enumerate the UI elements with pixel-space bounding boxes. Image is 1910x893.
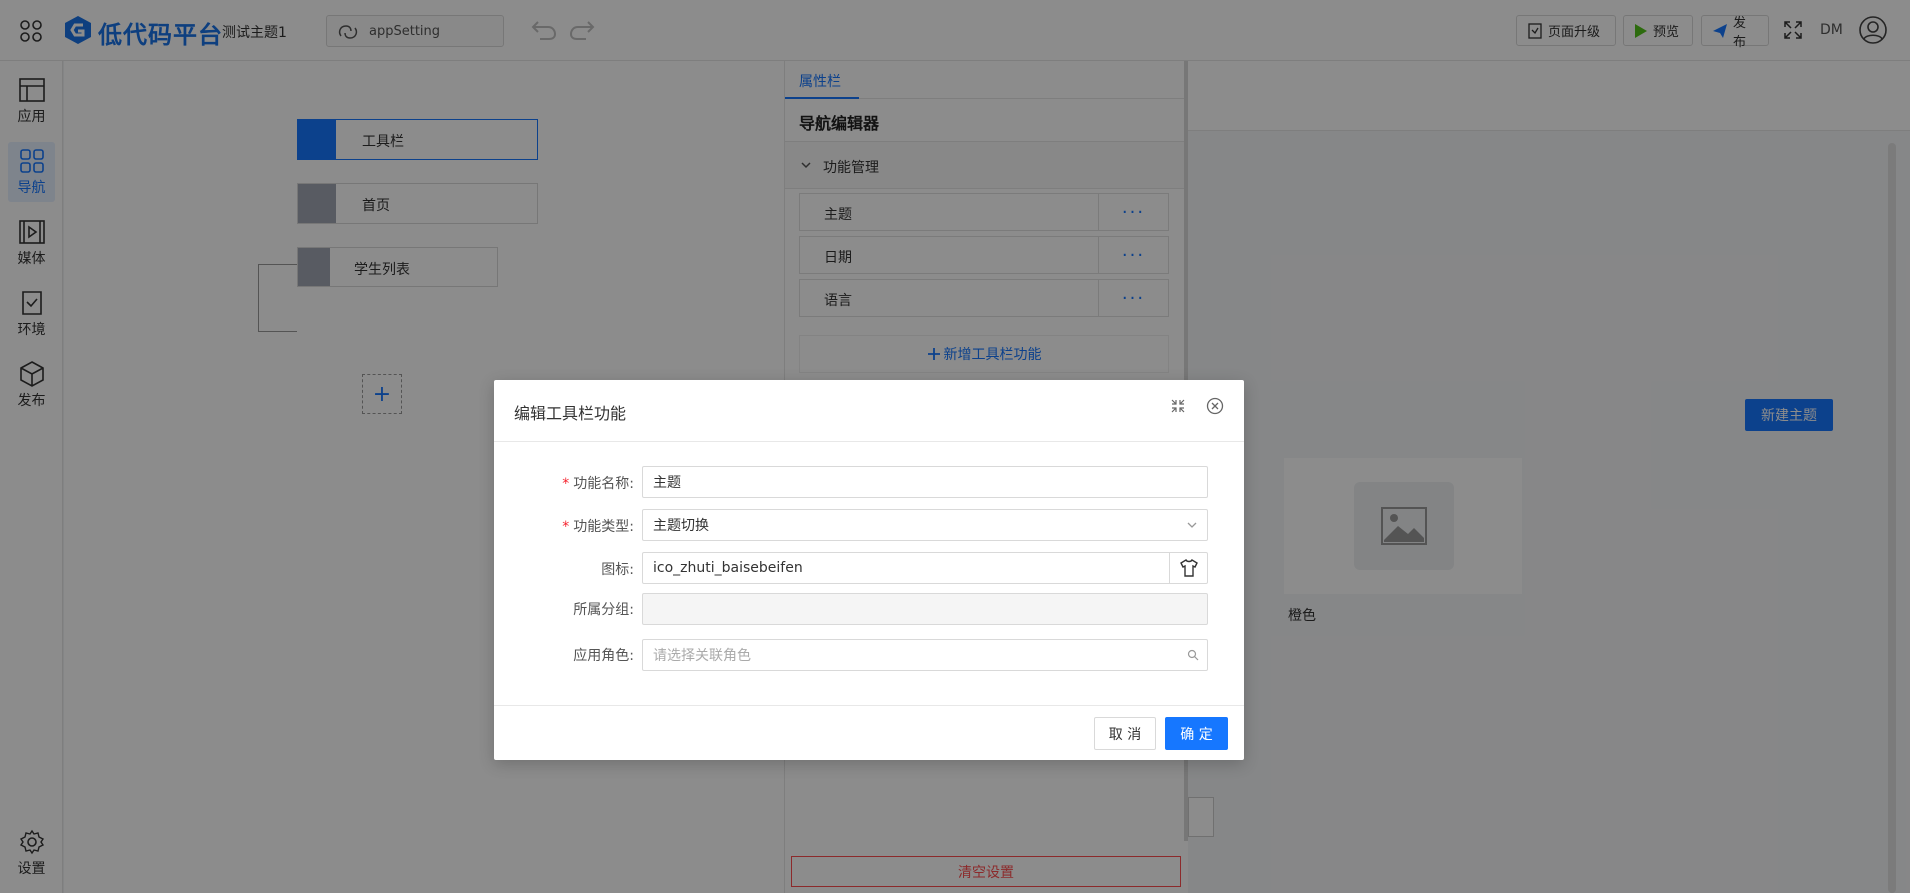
icon-picker-button[interactable]: [1169, 553, 1207, 583]
group-label: 所属分组:: [573, 602, 634, 618]
icon-label: 图标:: [601, 562, 634, 578]
close-icon[interactable]: [1206, 397, 1224, 415]
cancel-button[interactable]: 取 消: [1094, 717, 1156, 750]
group-input: [642, 593, 1208, 625]
icon-input[interactable]: ico_zhuti_baisebeifen: [642, 552, 1208, 584]
function-type-select[interactable]: 主题切换: [642, 509, 1208, 541]
tshirt-icon: [1179, 559, 1198, 577]
dialog-title: 编辑工具栏功能: [514, 404, 627, 423]
function-name-label: * 功能名称:: [562, 476, 634, 492]
chevron-down-icon: [1187, 522, 1197, 528]
confirm-button[interactable]: 确 定: [1165, 717, 1228, 750]
role-select[interactable]: 请选择关联角色: [642, 639, 1208, 671]
maximize-icon[interactable]: [1170, 398, 1186, 414]
edit-toolbar-function-dialog: 编辑工具栏功能 * 功能名称: 主题 * 功能类型: 主题切换 图标: ico_zh…: [494, 380, 1244, 760]
search-icon: [1187, 649, 1199, 661]
function-name-input[interactable]: 主题: [642, 466, 1208, 498]
role-label: 应用角色:: [573, 648, 634, 664]
function-type-label: * 功能类型:: [562, 519, 634, 535]
